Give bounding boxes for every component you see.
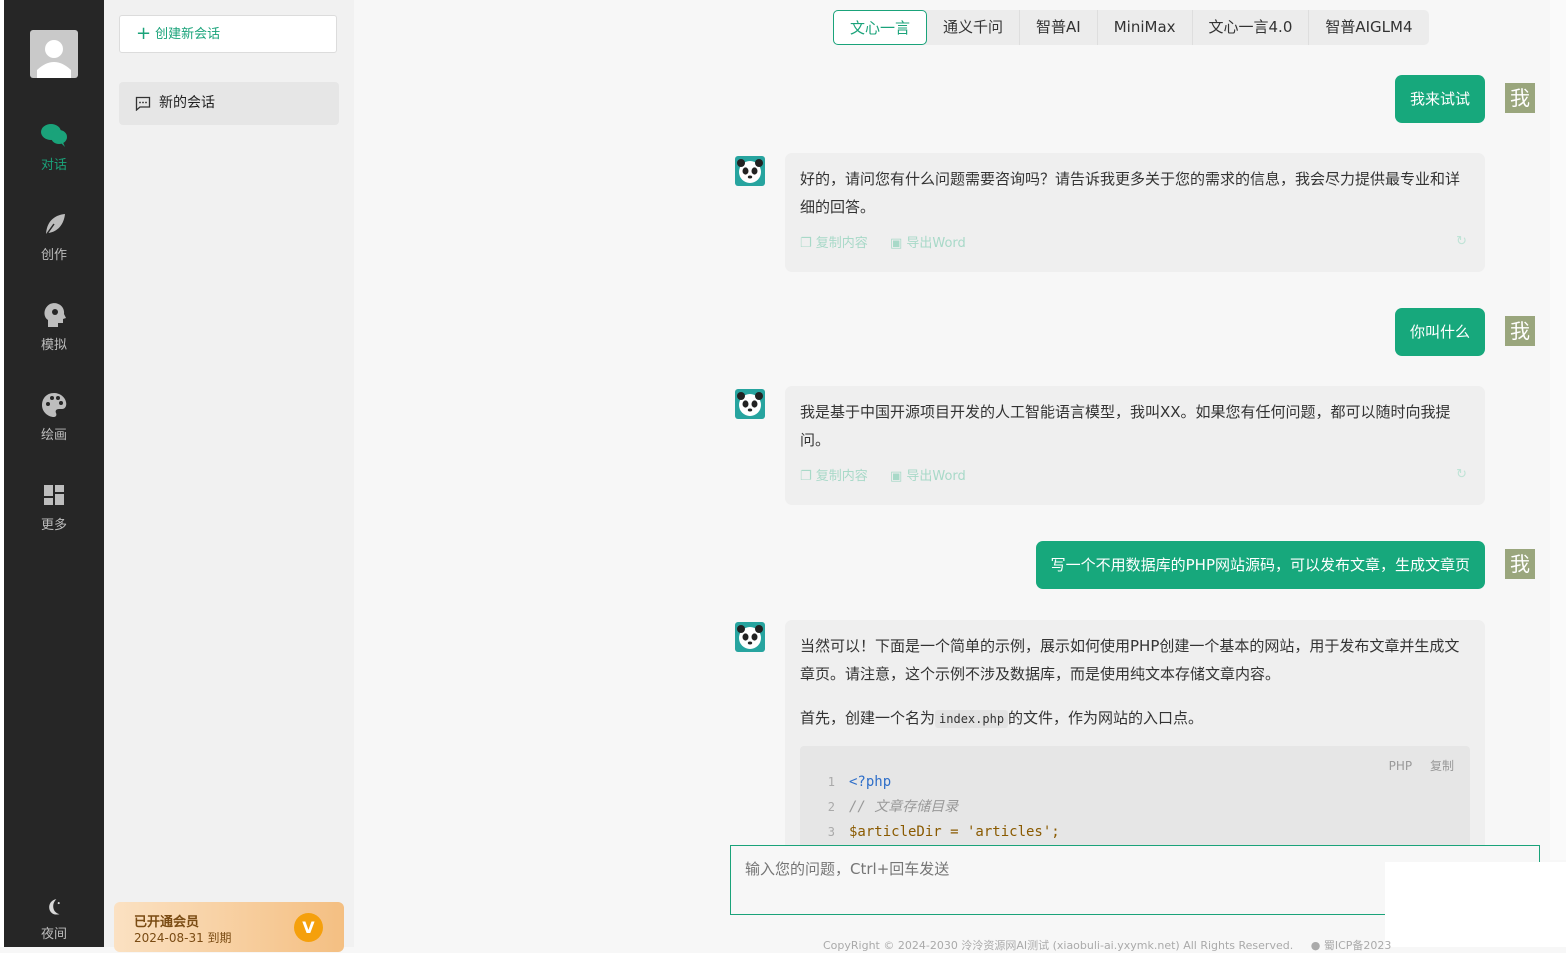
inline-code: index.php xyxy=(935,710,1009,728)
session-label: 新的会话 xyxy=(159,95,215,111)
user-message: 写一个不用数据库的PHP网站源码，可以发布文章，生成文章页 xyxy=(1035,541,1485,589)
refresh-icon[interactable]: ↻ xyxy=(1456,228,1467,256)
bot-message-text: 好的，请问您有什么问题需要咨询吗？请告诉我更多关于您的需求的信息，我会尽力提供最… xyxy=(800,170,1461,216)
bot-message: 好的，请问您有什么问题需要咨询吗？请告诉我更多关于您的需求的信息，我会尽力提供最… xyxy=(785,153,1485,272)
nav-label-draw: 绘画 xyxy=(40,428,67,443)
blank-area xyxy=(1385,862,1566,947)
moon-icon xyxy=(49,899,60,915)
copy-content-button[interactable]: ❐ 复制内容 xyxy=(800,236,868,251)
session-item[interactable]: 新的会话 xyxy=(119,82,339,125)
nav-item-more[interactable]: 更多 xyxy=(4,482,104,533)
nav-label-create: 创作 xyxy=(40,248,67,263)
model-tabs: 文心一言 通义千问 智普AI MiniMax 文心一言4.0 智普AIGLM4 xyxy=(833,10,1429,45)
nav-rail: 对话 创作 模拟 绘画 更多 夜间 xyxy=(4,0,104,947)
export-word-button[interactable]: ▣ 导出Word xyxy=(890,469,966,484)
user-avatar-me: 我 xyxy=(1505,83,1535,113)
tab-wenxin[interactable]: 文心一言 xyxy=(833,10,928,45)
copy-icon: ❐ xyxy=(800,236,812,251)
bot-message: 我是基于中国开源项目开发的人工智能语言模型，我叫XX。如果您有任何问题，都可以随… xyxy=(785,386,1485,505)
bot-message-paragraph: 首先，创建一个名为 index.php 的文件，作为网站的入口点。 xyxy=(800,709,1204,728)
user-message: 你叫什么 xyxy=(1394,308,1485,356)
tab-tongyi[interactable]: 通义千问 xyxy=(927,10,1021,45)
panda-avatar-icon xyxy=(735,622,765,652)
tab-zhipu-glm4[interactable]: 智普AIGLM4 xyxy=(1309,10,1428,45)
code-copy-button[interactable]: 复制 xyxy=(1430,759,1454,773)
word-icon: ▣ xyxy=(889,236,903,251)
nav-item-create[interactable]: 创作 xyxy=(4,212,104,263)
tab-wenxin4[interactable]: 文心一言4.0 xyxy=(1193,10,1310,45)
footer: CopyRight © 2024-2030 泠泠资源网AI测试 (xiaobul… xyxy=(823,937,1391,953)
copy-icon: ❐ xyxy=(800,469,812,484)
new-chat-button[interactable]: + 创建新会话 xyxy=(119,15,337,53)
session-panel: + 创建新会话 新的会话 已开通会员 2024-08-31 到期 V xyxy=(104,0,354,952)
user-avatar-me: 我 xyxy=(1505,316,1535,346)
bot-message: 当然可以！下面是一个简单的示例，展示如何使用PHP创建一个基本的网站，用于发布文… xyxy=(785,620,1485,845)
plus-icon: + xyxy=(136,23,152,44)
vip-card[interactable]: 已开通会员 2024-08-31 到期 V xyxy=(114,902,344,952)
bot-message-text: 我是基于中国开源项目开发的人工智能语言模型，我叫XX。如果您有任何问题，都可以随… xyxy=(800,403,1451,449)
bot-message-text: 当然可以！下面是一个简单的示例，展示如何使用PHP创建一个基本的网站，用于发布文… xyxy=(800,637,1460,683)
nav-label-more: 更多 xyxy=(40,518,67,533)
user-avatar[interactable] xyxy=(30,30,78,78)
vip-badge-icon: V xyxy=(294,913,323,942)
panda-avatar-icon xyxy=(735,156,765,186)
palette-icon xyxy=(42,393,67,417)
refresh-icon[interactable]: ↻ xyxy=(1456,461,1467,489)
user-message: 我来试试 xyxy=(1394,75,1485,123)
nav-label-simulate: 模拟 xyxy=(40,338,67,353)
message-actions: ❐ 复制内容 ▣ 导出Word xyxy=(800,463,984,491)
vip-expire: 2024-08-31 到期 xyxy=(134,931,232,945)
grid-icon xyxy=(44,485,64,505)
chat-bubbles-icon xyxy=(41,124,67,147)
code-line: 3 $articleDir = 'articles'; xyxy=(827,824,1060,840)
message-icon xyxy=(135,96,151,111)
export-word-button[interactable]: ▣ 导出Word xyxy=(890,236,966,251)
nav-label-chat: 对话 xyxy=(40,158,67,173)
word-icon: ▣ xyxy=(889,469,903,484)
user-silhouette-icon xyxy=(37,40,71,78)
copyright-text: CopyRight © 2024-2030 泠泠资源网AI测试 (xiaobul… xyxy=(823,939,1294,952)
police-badge-icon: ● xyxy=(1310,939,1321,952)
copy-content-button[interactable]: ❐ 复制内容 xyxy=(800,469,868,484)
message-actions: ❐ 复制内容 ▣ 导出Word xyxy=(800,230,984,258)
code-line: 1 <?php xyxy=(827,774,892,790)
nav-item-simulate[interactable]: 模拟 xyxy=(4,302,104,353)
night-mode-label: 夜间 xyxy=(40,927,67,942)
scrollbar-track[interactable] xyxy=(1550,0,1566,860)
tab-minimax[interactable]: MiniMax xyxy=(1098,10,1193,45)
nav-item-draw[interactable]: 绘画 xyxy=(4,392,104,443)
panda-avatar-icon xyxy=(735,389,765,419)
user-avatar-me: 我 xyxy=(1505,549,1535,579)
icp-link[interactable]: 蜀ICP备2023 xyxy=(1324,939,1392,952)
head-profile-icon xyxy=(44,303,66,327)
code-toolbar: PHP 复制 xyxy=(1375,752,1454,780)
feather-icon xyxy=(43,214,65,238)
vip-title: 已开通会员 xyxy=(134,915,200,930)
tab-zhipu[interactable]: 智普AI xyxy=(1020,10,1098,45)
new-chat-label: 创建新会话 xyxy=(155,27,221,42)
nav-item-chat[interactable]: 对话 xyxy=(4,122,104,173)
code-block: PHP 复制 1 <?php 2// 文章存储目录 3 $articleDir = … xyxy=(800,746,1470,845)
code-line: 2// 文章存储目录 xyxy=(827,799,959,815)
night-mode-toggle[interactable]: 夜间 xyxy=(4,896,104,942)
code-lang-label: PHP xyxy=(1388,759,1413,773)
